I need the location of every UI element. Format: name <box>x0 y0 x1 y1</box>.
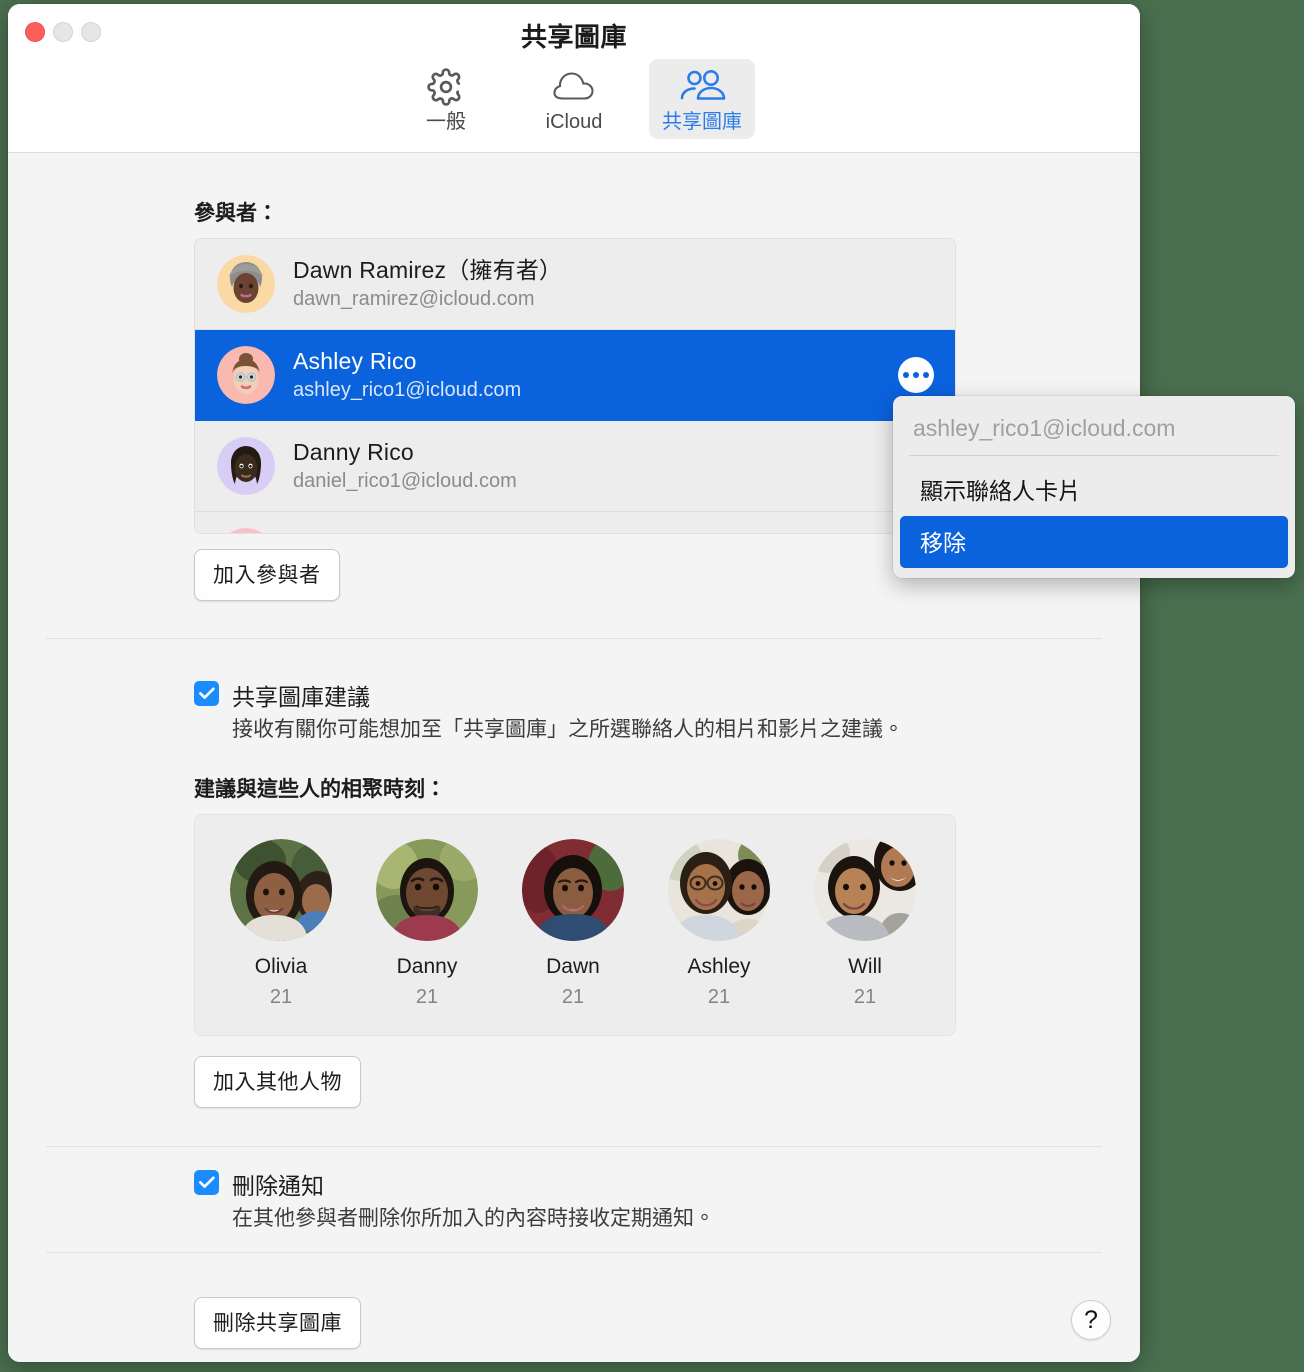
list-item[interactable]: Dawn 21 <box>505 839 641 1011</box>
people-icon <box>678 67 726 107</box>
delete-shared-library-button[interactable]: 刪除共享圖庫 <box>194 1297 361 1349</box>
help-button[interactable]: ? <box>1071 1300 1111 1340</box>
person-name: Ashley <box>687 955 751 978</box>
window-toolbar: 共享圖庫 一般 iCloud 共享圖庫 <box>8 4 1140 153</box>
avatar <box>217 437 275 495</box>
participant-info: Ashley Rico ashley_rico1@icloud.com <box>293 347 521 404</box>
person-name: Danny <box>396 955 458 978</box>
participant-info: Dawn Ramirez（擁有者） dawn_ramirez@icloud.co… <box>293 256 562 313</box>
photo-ashley <box>668 839 770 941</box>
participants-list[interactable]: Dawn Ramirez（擁有者） dawn_ramirez@icloud.co… <box>194 238 956 534</box>
delete-notifications-title: 刪除通知 <box>232 1173 324 1199</box>
list-item[interactable]: Olivia 21 <box>213 839 349 1011</box>
shared-library-suggestions-title: 共享圖庫建議 <box>232 684 370 710</box>
photo-dawn <box>522 839 624 941</box>
divider <box>46 1252 1102 1253</box>
avatar <box>217 346 275 404</box>
divider <box>46 1146 1102 1147</box>
list-item[interactable]: Will 21 <box>797 839 933 1011</box>
context-menu-header: ashley_rico1@icloud.com <box>913 415 1176 441</box>
person-count: 21 <box>707 986 731 1009</box>
person-name: Olivia <box>254 955 308 978</box>
participant-info: Danny Rico daniel_rico1@icloud.com <box>293 438 517 495</box>
person-count: 21 <box>269 986 293 1009</box>
table-row[interactable]: Danny Rico daniel_rico1@icloud.com <box>195 421 955 512</box>
person-name: Will <box>848 955 882 978</box>
tab-general[interactable]: 一般 <box>393 59 499 139</box>
context-menu-remove[interactable]: 移除 <box>900 516 1288 568</box>
window-title: 共享圖庫 <box>520 22 627 52</box>
participant-email: ashley_rico1@icloud.com <box>293 379 522 402</box>
photo-olivia <box>230 839 332 941</box>
participants-label: 參與者： <box>194 202 278 225</box>
add-participant-button[interactable]: 加入參與者 <box>194 549 340 601</box>
table-row[interactable]: Ashley Rico ashley_rico1@icloud.com <box>195 330 955 421</box>
tab-icloud[interactable]: iCloud <box>521 59 627 139</box>
participant-name: Ashley Rico <box>293 347 417 374</box>
preferences-tab-bar: 一般 iCloud 共享圖庫 <box>8 59 1140 139</box>
table-row-partial[interactable] <box>195 512 955 533</box>
preferences-window: 共享圖庫 一般 iCloud 共享圖庫 參與者： Dawn Ramirez（擁有… <box>8 4 1140 1362</box>
participant-email: daniel_rico1@icloud.com <box>293 470 517 493</box>
cloud-icon <box>552 67 596 107</box>
shared-library-suggestions-checkbox[interactable] <box>194 681 219 706</box>
participant-name: Danny Rico <box>293 438 414 465</box>
tab-shared-library[interactable]: 共享圖庫 <box>649 59 755 139</box>
gear-icon <box>427 67 465 107</box>
context-menu-show-contact-card[interactable]: 顯示聯絡人卡片 <box>900 464 1288 516</box>
list-item[interactable]: Ashley 21 <box>651 839 787 1011</box>
participant-context-menu: ashley_rico1@icloud.com 顯示聯絡人卡片 移除 <box>893 396 1295 578</box>
suggested-people-grid: Olivia 21 Danny 21 Dawn 21 Ashley 21 Wil… <box>194 814 956 1036</box>
person-count: 21 <box>561 986 585 1009</box>
more-options-icon[interactable] <box>898 357 934 393</box>
tab-shared-library-label: 共享圖庫 <box>662 111 742 133</box>
participant-email: dawn_ramirez@icloud.com <box>293 288 535 311</box>
tab-general-label: 一般 <box>426 111 466 133</box>
avatar <box>217 255 275 313</box>
context-menu-separator <box>909 455 1279 456</box>
person-count: 21 <box>853 986 877 1009</box>
photo-danny <box>376 839 478 941</box>
table-row[interactable]: Dawn Ramirez（擁有者） dawn_ramirez@icloud.co… <box>195 239 955 330</box>
photo-will <box>814 839 916 941</box>
avatar <box>217 528 275 533</box>
add-more-people-button[interactable]: 加入其他人物 <box>194 1056 361 1108</box>
divider <box>46 638 1102 639</box>
person-count: 21 <box>415 986 439 1009</box>
shared-library-suggestions-description: 接收有關你可能想加至「共享圖庫」之所選聯絡人的相片和影片之建議。 <box>232 718 904 741</box>
suggest-people-label: 建議與這些人的相聚時刻： <box>194 778 446 801</box>
person-name: Dawn <box>546 955 600 978</box>
delete-notifications-description: 在其他參與者刪除你所加入的內容時接收定期通知。 <box>232 1207 715 1230</box>
participant-name: Dawn Ramirez（擁有者） <box>293 256 563 283</box>
tab-icloud-label: iCloud <box>545 111 603 133</box>
list-item[interactable]: Danny 21 <box>359 839 495 1011</box>
preferences-content: 參與者： Dawn Ramirez（擁有者） dawn_ramirez@iclo… <box>8 153 1140 1362</box>
delete-notifications-checkbox[interactable] <box>194 1170 219 1195</box>
